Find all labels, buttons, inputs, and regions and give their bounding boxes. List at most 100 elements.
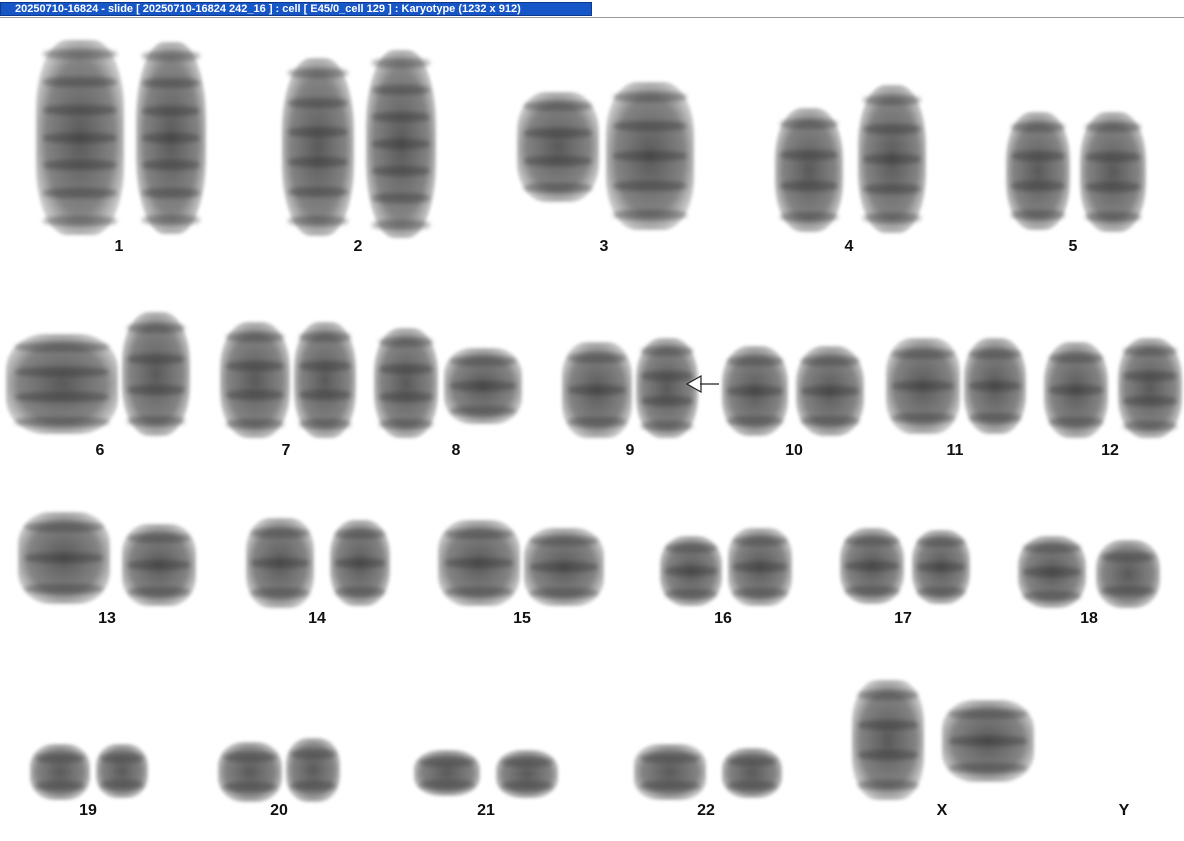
chromosome-1-a[interactable] [36,40,124,235]
chromosome-label-22: 22 [697,802,715,819]
chromosome-band [25,522,103,533]
chromosome-10-a[interactable] [722,346,788,436]
chromosome-6-a[interactable] [6,334,118,434]
chromosome-7-b[interactable] [294,322,356,438]
chromosome-18-a[interactable] [1018,536,1086,608]
arrow-left-icon [686,374,719,394]
chromosome-21-b[interactable] [496,750,558,798]
chromosome-band [43,76,117,87]
chromosome-8-a[interactable] [374,328,438,438]
chromosome-19-a[interactable] [30,744,90,800]
chromosome-x-a[interactable] [852,680,924,800]
chromosome-x-b[interactable] [942,700,1034,782]
chromosome-1-b[interactable] [136,42,206,234]
chromosome-20-b[interactable] [286,738,340,802]
chromosome-band [444,529,514,540]
chromosome-band [223,752,277,762]
chromosome-band [801,386,859,396]
chromosome-12-a[interactable] [1044,342,1108,438]
chromosome-band [127,587,191,598]
chromosome-21-a[interactable] [414,750,480,796]
chromosome-13-b[interactable] [122,524,196,606]
chromosome-11-b[interactable] [964,338,1026,434]
chromosome-5-b[interactable] [1080,112,1146,232]
chromosome-17-b[interactable] [912,530,970,604]
chromosome-band [845,561,899,571]
chromosome-label-10: 10 [785,442,803,459]
chromosome-band [379,364,433,375]
chromosome-17-a[interactable] [840,528,904,604]
chromosome-14-b[interactable] [330,520,390,606]
window-title-tab[interactable]: 20250710-16824 - slide [ 20250710-16824 … [0,2,592,16]
chromosome-band [857,780,919,790]
chromosome-11-a[interactable] [886,338,960,434]
chromosome-2-a[interactable] [282,58,354,236]
chromosome-label-16: 16 [714,610,732,627]
chromosome-band [916,562,966,572]
chromosome-18-b[interactable] [1096,540,1160,608]
chromosome-8-b[interactable] [444,348,522,424]
chromosome-label-11: 11 [946,442,964,459]
chromosome-3-a[interactable] [517,92,599,202]
chromosome-band [141,160,201,171]
chromosome-band [727,355,783,366]
chromosome-band [127,560,191,570]
chromosome-band [857,750,919,760]
chromosome-band [949,763,1027,774]
chromosome-band [1049,352,1103,363]
chromosome-band [290,749,336,759]
chromosome-band [371,192,431,203]
chromosome-22-b[interactable] [722,748,782,798]
chromosome-band [640,395,694,406]
chromosome-band [225,418,285,429]
chromosome-15-a[interactable] [438,520,520,606]
chromosome-13-a[interactable] [18,512,110,604]
chromosome-band [530,588,598,598]
chromosome-band [1023,567,1081,577]
karyogram-canvas: 1 2 3 4 5 6 7 8 9 10 11 12 13 14 15 16 17 18 19 20 21 22 X Y [0,18,1184,841]
chromosome-band [1085,182,1141,192]
chromosome-12-b[interactable] [1118,338,1182,438]
chromosome-band [298,360,352,371]
chromosome-4-b[interactable] [858,85,926,233]
chromosome-band [916,586,966,597]
chromosome-band [1011,151,1065,162]
chromosome-band [613,121,687,132]
chromosome-22-a[interactable] [634,744,706,800]
chromosome-label-4: 4 [844,238,854,255]
chromosome-band [733,562,787,572]
chromosome-15-b[interactable] [524,528,604,606]
chromosome-band [567,417,627,427]
chromosome-4-a[interactable] [775,108,843,232]
chromosome-14-a[interactable] [246,518,314,608]
chromosome-7-a[interactable] [220,322,290,438]
chromosome-band [14,416,110,427]
chromosome-band [127,353,185,364]
chromosome-5-a[interactable] [1006,112,1070,230]
chromosome-band [419,779,475,790]
chromosome-band [968,413,1022,423]
chromosome-6-b[interactable] [122,312,190,436]
chromosome-band [613,151,687,161]
chromosome-band [530,562,598,572]
chromosome-band [14,366,110,377]
chromosome-2-b[interactable] [366,50,436,238]
chromosome-16-a[interactable] [660,536,722,606]
chromosome-16-b[interactable] [728,528,792,606]
chromosome-band [450,381,516,391]
chromosome-band [379,391,433,402]
chromosome-band [43,104,117,115]
chromosome-band [523,128,593,139]
chromosome-band [1023,591,1081,601]
chromosome-label-19: 19 [79,802,97,819]
chromosome-band [127,415,185,426]
chromosome-band [1085,212,1141,222]
chromosome-band [287,97,349,108]
chromosome-band [141,50,201,61]
chromosome-9-a[interactable] [562,342,632,438]
chromosome-20-a[interactable] [218,742,282,802]
chromosome-band [298,389,352,400]
chromosome-19-b[interactable] [96,744,148,798]
chromosome-10-b[interactable] [796,346,864,436]
chromosome-3-b[interactable] [606,82,694,230]
